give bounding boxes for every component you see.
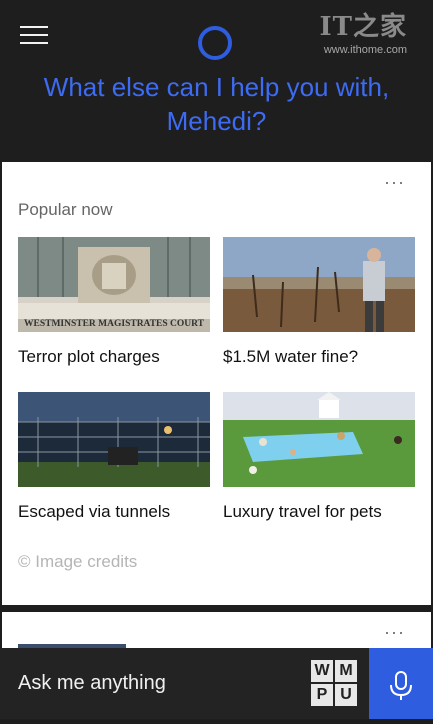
ask-input[interactable] [0,648,300,719]
watermark-url: www.ithome.com [323,44,407,56]
news-image-court-building: WESTMINSTER MAGISTRATES COURT [18,237,210,332]
card-more-options-icon[interactable]: ··· [384,622,405,643]
wmpu-letter: M [335,660,357,682]
hamburger-menu-icon[interactable] [20,26,48,46]
watermark-logo: IT之家 [319,12,407,42]
news-tile-escaped-tunnels[interactable]: Escaped via tunnels [18,392,210,522]
watermark: IT之家 www.ithome.com [317,12,407,56]
news-tile-terror-plot[interactable]: WESTMINSTER MAGISTRATES COURT Terror plo… [18,237,210,367]
news-tile-luxury-pets[interactable]: Luxury travel for pets [223,392,415,522]
news-caption: Luxury travel for pets [223,502,382,521]
card-more-options-icon[interactable]: ··· [384,172,405,193]
image-credits-link[interactable]: © Image credits [18,552,137,572]
section-title: Popular now [18,200,113,219]
news-tile-water-fine[interactable]: $1.5M water fine? [223,237,415,367]
microphone-button[interactable] [369,648,433,719]
image-overlay-text: WESTMINSTER MAGISTRATES COURT [23,319,205,329]
news-image-vineyard-man [223,237,415,332]
wmpu-watermark: W M P U [311,660,357,706]
news-caption: Escaped via tunnels [18,502,171,521]
news-caption: $1.5M water fine? [223,347,359,366]
greeting-text: What else can I help you with, Mehedi? [43,72,390,136]
cortana-header: IT之家 www.ithome.com What else can I help… [0,0,433,162]
ask-bar: W M P U [0,648,433,719]
wmpu-letter: U [335,684,357,706]
news-image-pet-pool [223,392,415,487]
microphone-icon [390,671,412,700]
next-card: ··· [2,612,431,652]
wmpu-letter: W [311,660,333,682]
cortana-ring-icon [198,26,232,60]
wmpu-letter: P [311,684,333,706]
news-image-prison-fence [18,392,210,487]
news-caption: Terror plot charges [18,347,160,366]
popular-now-card: ··· Popular now WESTMINSTER MAGISTRATES … [2,162,431,605]
